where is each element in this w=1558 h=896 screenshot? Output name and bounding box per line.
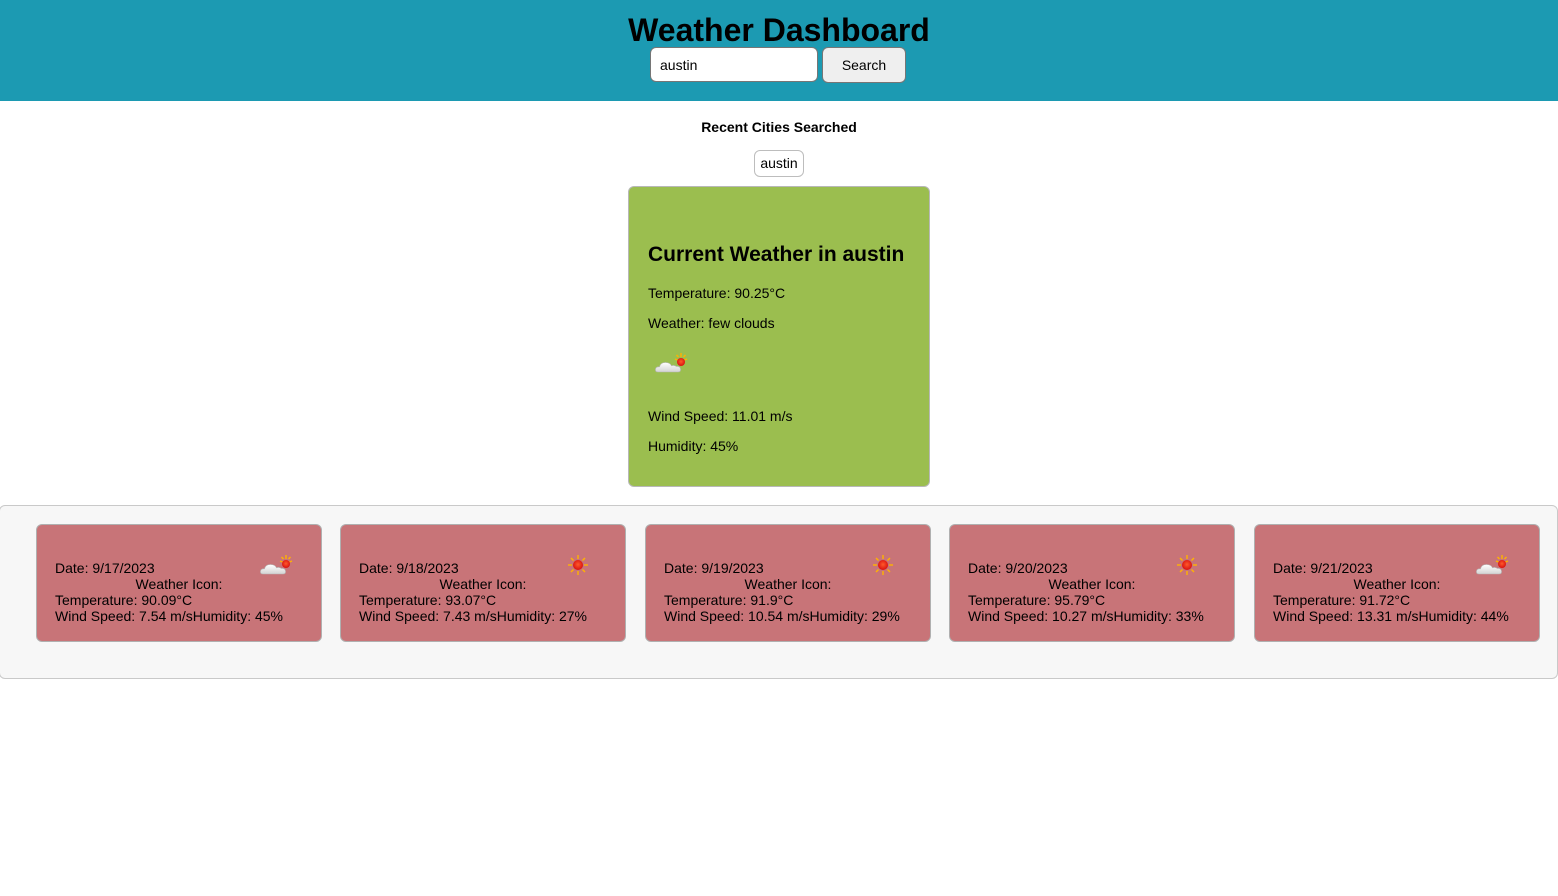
forecast-temperature: Temperature: 93.07°C bbox=[359, 592, 497, 608]
forecast-card: Date: 9/18/2023 Weather Icon: Temperatur… bbox=[340, 524, 626, 642]
forecast-temperature: Temperature: 91.9°C bbox=[664, 592, 794, 608]
forecast-date: Date: 9/17/2023 bbox=[55, 560, 155, 576]
few-clouds-icon bbox=[655, 353, 688, 373]
recent-city-button[interactable]: austin bbox=[754, 150, 804, 177]
recent-cities-list: austin bbox=[0, 150, 1558, 177]
current-temperature: Temperature: 90.25°C bbox=[648, 285, 786, 301]
current-weather-title: Current Weather in austin bbox=[648, 243, 905, 266]
forecast-temperature: Temperature: 91.72°C bbox=[1273, 592, 1411, 608]
search-bar: Search bbox=[650, 47, 906, 83]
few-clouds-icon bbox=[260, 555, 293, 575]
search-button[interactable]: Search bbox=[822, 47, 906, 83]
forecast-wind-humidity: Wind Speed: 7.54 m/sHumidity: 45% bbox=[55, 608, 283, 624]
forecast-wind-humidity: Wind Speed: 7.43 m/sHumidity: 27% bbox=[359, 608, 587, 624]
forecast-temperature: Temperature: 95.79°C bbox=[968, 592, 1106, 608]
page-title: Weather Dashboard bbox=[628, 12, 930, 48]
few-clouds-icon bbox=[1476, 555, 1509, 575]
forecast-wind-humidity: Wind Speed: 10.27 m/sHumidity: 33% bbox=[968, 608, 1204, 624]
forecast-card: Date: 9/19/2023 Weather Icon: Temperatur… bbox=[645, 524, 931, 642]
current-weather-card: Current Weather in austin Temperature: 9… bbox=[628, 186, 930, 487]
search-input[interactable] bbox=[650, 47, 818, 82]
header: Weather Dashboard Search bbox=[0, 0, 1558, 101]
current-humidity: Humidity: 45% bbox=[648, 438, 739, 454]
recent-cities-heading: Recent Cities Searched bbox=[701, 119, 857, 135]
forecast-card: Date: 9/21/2023 Weather Icon: Temperatur… bbox=[1254, 524, 1540, 642]
clear-sky-icon bbox=[1177, 555, 1197, 575]
forecast-wind-humidity: Wind Speed: 13.31 m/sHumidity: 44% bbox=[1273, 608, 1509, 624]
forecast-temperature: Temperature: 90.09°C bbox=[55, 592, 193, 608]
clear-sky-icon bbox=[568, 555, 588, 575]
current-wind-speed: Wind Speed: 11.01 m/s bbox=[648, 408, 793, 424]
forecast-card: Date: 9/17/2023 Weather Icon: Temperatur… bbox=[36, 524, 322, 642]
forecast-card: Date: 9/20/2023 Weather Icon: Temperatur… bbox=[949, 524, 1235, 642]
forecast-date: Date: 9/20/2023 bbox=[968, 560, 1068, 576]
forecast-date: Date: 9/18/2023 bbox=[359, 560, 459, 576]
forecast-date: Date: 9/21/2023 bbox=[1273, 560, 1373, 576]
forecast-date: Date: 9/19/2023 bbox=[664, 560, 764, 576]
current-weather-description: Weather: few clouds bbox=[648, 315, 775, 331]
clear-sky-icon bbox=[873, 555, 893, 575]
forecast-wind-humidity: Wind Speed: 10.54 m/sHumidity: 29% bbox=[664, 608, 900, 624]
